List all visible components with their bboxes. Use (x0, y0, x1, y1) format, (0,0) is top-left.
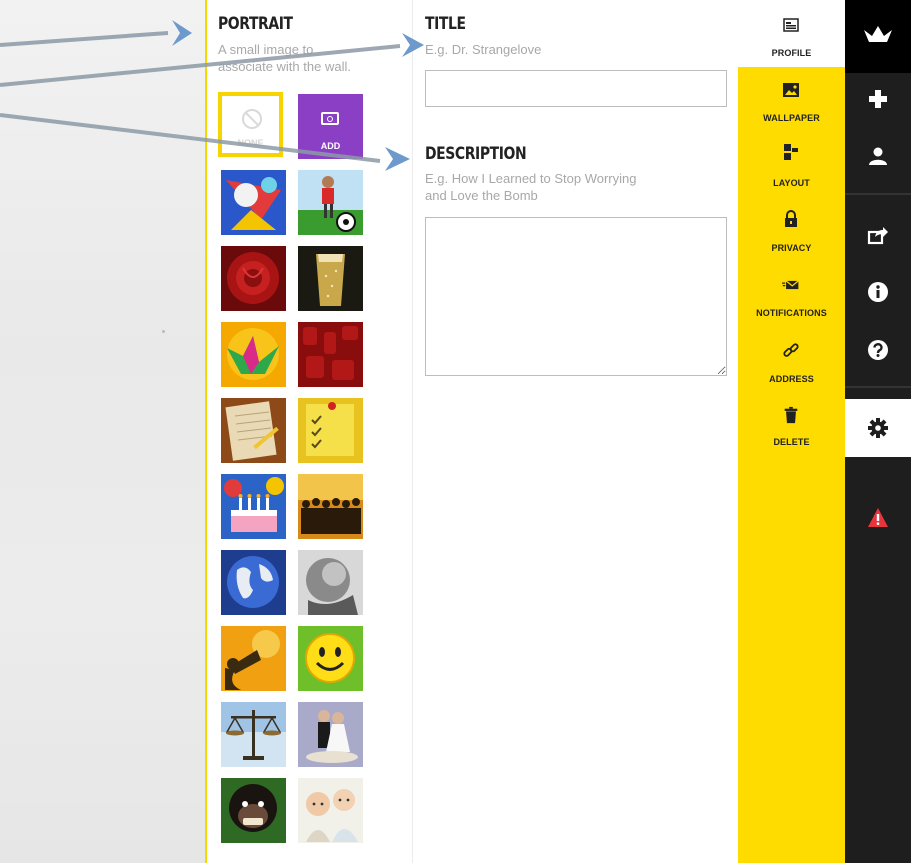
portrait-thumbnail-babies[interactable] (298, 778, 363, 843)
portrait-hint-line1: A small image to (218, 42, 314, 57)
share-button[interactable] (845, 206, 911, 262)
image-icon (783, 83, 799, 97)
envelope-icon (782, 280, 799, 290)
thumbnail-image (221, 550, 286, 615)
user-account-button[interactable] (845, 128, 911, 184)
description-textarea[interactable] (425, 217, 727, 376)
portrait-thumbnail-red-pattern[interactable] (298, 322, 363, 387)
help-button[interactable] (845, 321, 911, 377)
nav-label: ADDRESS (769, 374, 814, 384)
description-hint-line2: and Love the Bomb (425, 188, 538, 203)
thumbnail-image (298, 626, 363, 691)
main-sidebar (845, 0, 911, 863)
sidebar-divider (845, 193, 911, 195)
nav-label: WALLPAPER (763, 113, 820, 123)
thumbnail-image (298, 778, 363, 843)
nav-profile[interactable]: PROFILE (738, 8, 845, 68)
main-panel (413, 0, 738, 863)
portrait-thumbnail-crowd-silhouettes[interactable] (298, 474, 363, 539)
nav-layout[interactable]: LAYOUT (738, 138, 845, 198)
add-wall-button[interactable] (845, 70, 911, 126)
nav-label: LAYOUT (773, 178, 810, 188)
thumbnail-image (298, 246, 363, 311)
portrait-heading: PORTRAIT (218, 14, 293, 34)
portrait-thumbnail-origami-crane[interactable] (221, 322, 286, 387)
trash-icon (784, 406, 798, 424)
portrait-thumbnail-smiley-face[interactable] (298, 626, 363, 691)
info-button[interactable] (845, 263, 911, 319)
nav-label: NOTIFICATIONS (756, 308, 827, 318)
thumbnail-image (221, 474, 286, 539)
user-icon (869, 147, 887, 165)
add-label: ADD (320, 141, 341, 151)
profile-card-icon (783, 18, 799, 32)
nav-label: DELETE (773, 437, 810, 447)
nav-wallpaper[interactable]: WALLPAPER (738, 75, 845, 135)
nav-notifications[interactable]: NOTIFICATIONS (738, 272, 845, 332)
title-heading: TITLE (425, 14, 466, 34)
thumbnail-image (221, 170, 286, 235)
portrait-add-button[interactable]: ADD (298, 94, 363, 159)
link-icon (783, 343, 799, 357)
none-label: NONE (237, 138, 264, 148)
portrait-thumbnail-red-rose[interactable] (221, 246, 286, 311)
thumbnail-image (298, 398, 363, 463)
logo-block[interactable] (845, 0, 911, 73)
thumbnail-image (298, 322, 363, 387)
portrait-hint-line2: associate with the wall. (218, 59, 351, 74)
portrait-thumbnail-champagne-glass[interactable] (298, 246, 363, 311)
camera-icon (321, 112, 339, 125)
title-placeholder-hint: E.g. Dr. Strangelove (425, 42, 542, 57)
settings-nav: PROFILE WALLPAPER LAYOUT PRIVACY NOTIFIC… (738, 0, 845, 863)
thumbnail-image (221, 322, 286, 387)
portrait-thumbnail-notebook-pencil[interactable] (221, 398, 286, 463)
thumbnail-image (221, 778, 286, 843)
thumbnail-image (298, 550, 363, 615)
portrait-thumbnail-birthday-cake[interactable] (221, 474, 286, 539)
portrait-thumbnail-sticky-note-checklist[interactable] (298, 398, 363, 463)
portrait-none-option[interactable]: NONE (218, 92, 283, 157)
portrait-thumbnail-wedding-cake-topper[interactable] (298, 702, 363, 767)
report-button[interactable] (845, 489, 911, 545)
sidebar-divider (845, 386, 911, 388)
none-icon (242, 109, 262, 129)
nav-privacy[interactable]: PRIVACY (738, 205, 845, 265)
portrait-thumbnail-soccer-player[interactable] (298, 170, 363, 235)
description-heading: DESCRIPTION (425, 144, 527, 164)
background-texture (0, 0, 205, 863)
thumbnail-image (298, 702, 363, 767)
help-icon (868, 340, 888, 360)
portrait-thumbnail-abstract-colorful[interactable] (221, 170, 286, 235)
title-input[interactable] (425, 70, 727, 107)
nav-delete[interactable]: DELETE (738, 403, 845, 463)
thumbnail-image (221, 246, 286, 311)
portrait-thumbnail-scales-of-justice[interactable] (221, 702, 286, 767)
lock-icon (785, 210, 797, 227)
thumbnail-image (298, 474, 363, 539)
thumbnail-image (221, 398, 286, 463)
portrait-thumbnail-globe[interactable] (221, 550, 286, 615)
portrait-thumbnail-megaphone-silhouette[interactable] (221, 626, 286, 691)
thumbnail-image (298, 170, 363, 235)
warning-icon (868, 508, 888, 527)
crane-logo-icon (864, 26, 892, 42)
thumbnail-image (221, 702, 286, 767)
share-icon (867, 227, 888, 245)
nav-label: PROFILE (771, 48, 812, 58)
nav-label: PRIVACY (771, 243, 812, 253)
nav-address[interactable]: ADDRESS (738, 338, 845, 398)
portrait-thumbnail-bw-sculpture[interactable] (298, 550, 363, 615)
settings-button-active[interactable] (845, 399, 911, 457)
plus-icon (869, 90, 887, 108)
portrait-thumbnail-chimpanzee[interactable] (221, 778, 286, 843)
thumbnail-image (221, 626, 286, 691)
description-hint-line1: E.g. How I Learned to Stop Worrying (425, 171, 637, 186)
info-icon (868, 282, 888, 302)
gear-icon (868, 418, 888, 438)
layout-icon (784, 144, 798, 160)
